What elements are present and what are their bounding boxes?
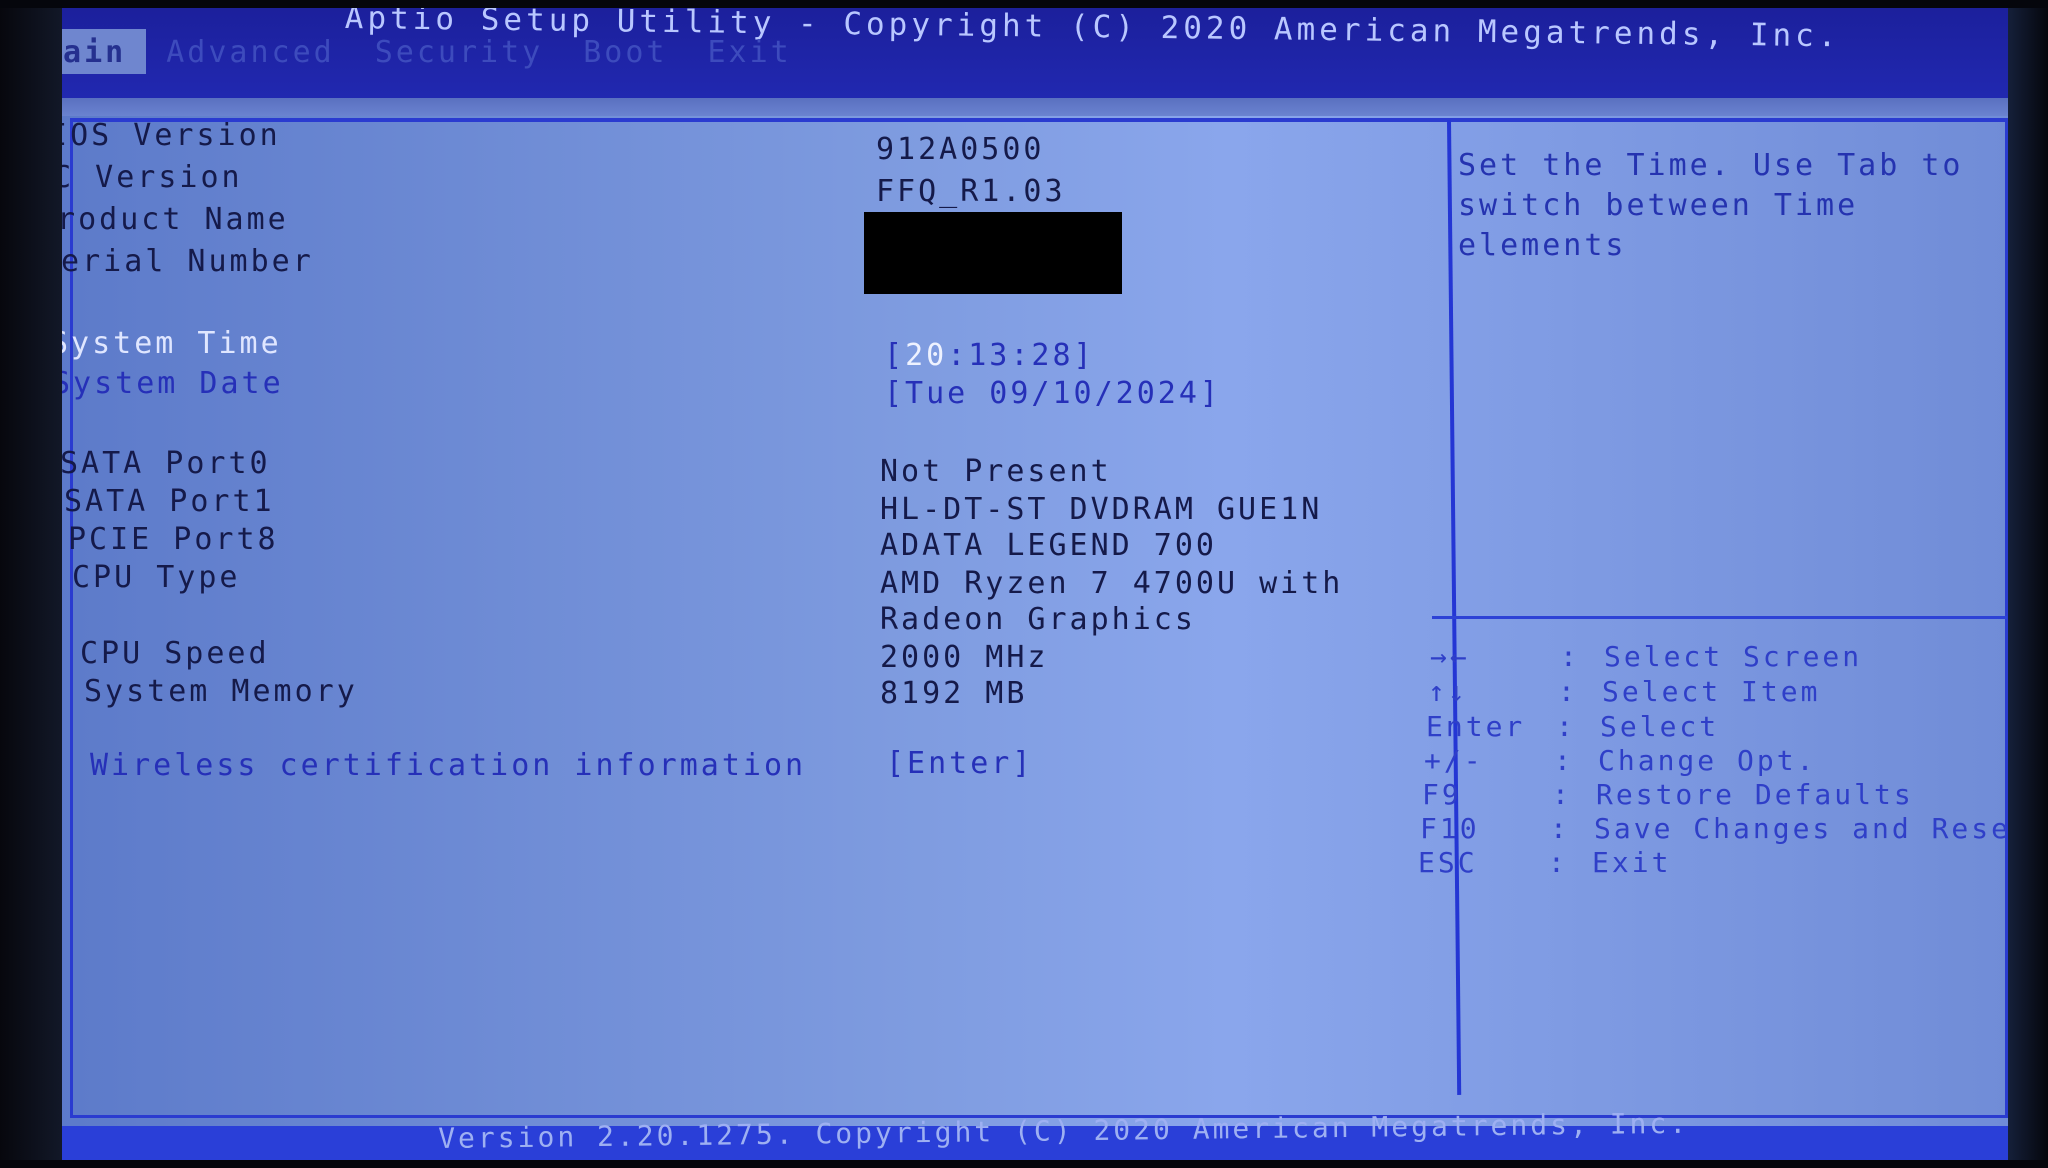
key-action: Select Screen [1604, 640, 1863, 673]
time-rest: :13:28] [947, 338, 1095, 373]
redacted-block [864, 212, 1122, 294]
cpu-speed-label: CPU Speed [80, 636, 270, 671]
sata-port1-value: HL-DT-ST DVDRAM GUE1N [880, 492, 1323, 527]
system-memory-value: 8192 MB [880, 676, 1028, 711]
monitor-bezel-left [0, 0, 62, 1168]
product-name-label: Product Name [36, 202, 289, 237]
key-legend-row: ESC: Exit [1418, 846, 1672, 879]
key-name: F9 [1422, 778, 1462, 811]
cpu-type-value-line2: Radeon Graphics [880, 602, 1196, 637]
monitor-bezel-bottom [0, 1160, 2048, 1168]
help-keys-divider [1432, 616, 2007, 619]
system-date-label[interactable]: System Date [52, 366, 284, 401]
header-bar: Aptio Setup Utility - Copyright (C) 2020… [0, 0, 2048, 98]
cpu-type-label: CPU Type [72, 560, 241, 595]
bios-version-value: 912A0500 [876, 132, 1045, 167]
tab-boot[interactable]: Boot [563, 29, 687, 74]
key-legend-row: +/-: Change Opt. [1424, 744, 1817, 777]
up-down-arrows-icon: ↑↓ [1428, 675, 1468, 708]
ec-version-value: FFQ_R1.03 [876, 174, 1066, 209]
tab-exit[interactable]: Exit [688, 29, 812, 74]
pcie-port8-value: ADATA LEGEND 700 [880, 528, 1217, 563]
key-action: Restore Defaults [1596, 778, 1914, 811]
key-name: ESC [1418, 846, 1478, 879]
left-right-arrows-icon: →← [1430, 640, 1470, 673]
key-action: Select [1600, 710, 1720, 743]
key-legend-row: ↑↓: Select Item [1428, 675, 1821, 708]
system-time-value[interactable]: [20:13:28] [884, 338, 1095, 373]
help-text: Set the Time. Use Tab to switch between … [1458, 148, 1964, 263]
tab-bar: Main Advanced Security Boot Exit [22, 28, 812, 74]
system-memory-label: System Memory [84, 674, 358, 709]
wireless-cert-item[interactable]: Wireless certification information [90, 748, 806, 783]
bios-screen: Aptio Setup Utility - Copyright (C) 2020… [0, 0, 2048, 1168]
system-date-value[interactable]: [Tue 09/10/2024] [884, 376, 1221, 411]
key-action: Exit [1592, 846, 1672, 879]
sata-port0-label: SATA Port0 [60, 446, 271, 481]
sata-port1-label: SATA Port1 [64, 484, 275, 519]
ec-version-label: EC Version [32, 160, 243, 195]
key-name: Enter [1426, 710, 1526, 743]
sata-port0-value: Not Present [880, 454, 1112, 489]
tab-advanced[interactable]: Advanced [146, 29, 355, 74]
key-legend-row: F10: Save Changes and Reset [1420, 812, 2031, 845]
monitor-bezel-top [0, 0, 2048, 8]
tab-security[interactable]: Security [355, 29, 564, 74]
cpu-speed-value: 2000 MHz [880, 640, 1049, 675]
key-action: Change Opt. [1598, 744, 1817, 777]
key-action: Save Changes and Reset [1594, 812, 2031, 845]
time-bracket: [ [884, 338, 906, 373]
time-hour-field[interactable]: 20 [905, 338, 947, 373]
cpu-type-value: AMD Ryzen 7 4700U with [880, 566, 1344, 601]
key-legend-row: F9: Restore Defaults [1422, 778, 1914, 811]
wireless-cert-enter[interactable]: [Enter] [886, 746, 1033, 781]
monitor-bezel-right [2008, 0, 2048, 1168]
key-legend-row: Enter: Select [1426, 710, 1720, 743]
key-name: +/- [1424, 744, 1484, 777]
key-legend-row: →←: Select Screen [1430, 640, 1863, 673]
key-name: F10 [1420, 812, 1480, 845]
pcie-port8-label: PCIE Port8 [68, 522, 279, 557]
tab-strip [0, 98, 2048, 116]
serial-number-label: Serial Number [40, 244, 314, 279]
system-time-label[interactable]: System Time [50, 326, 282, 361]
key-action: Select Item [1602, 675, 1821, 708]
bios-version-label: BIOS Version [28, 118, 281, 153]
